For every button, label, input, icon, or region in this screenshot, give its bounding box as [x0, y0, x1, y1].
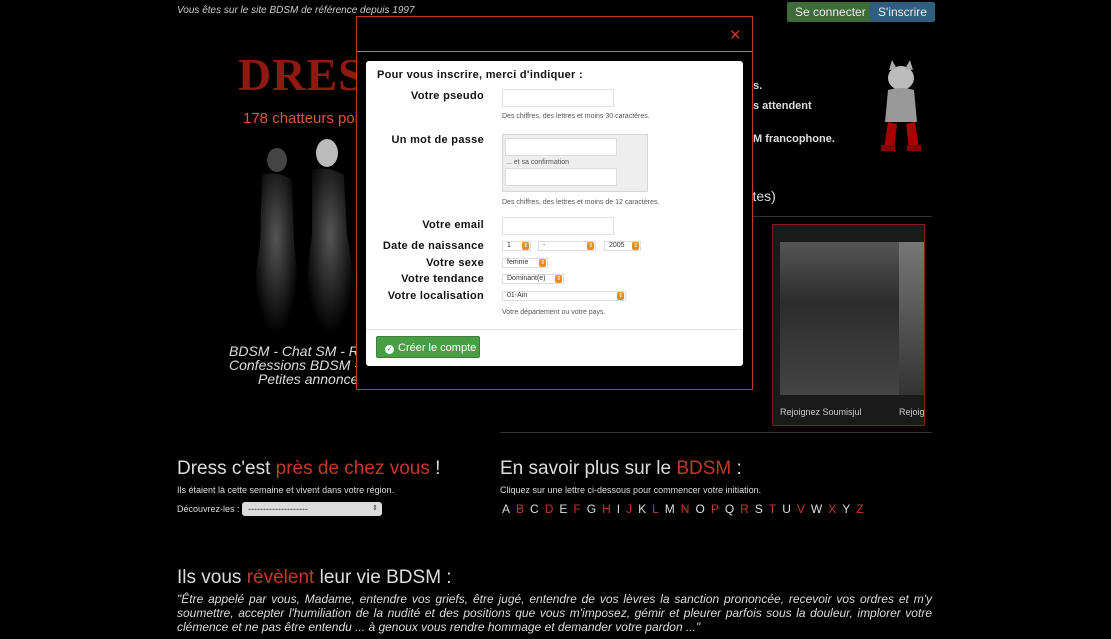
tendency-select[interactable]: Dominant(e) ⇕: [502, 274, 564, 284]
reveal-title: Ils vous révèlent leur vie BDSM :: [177, 567, 452, 588]
letter-m[interactable]: M: [665, 502, 675, 516]
signup-form: Pour vous inscrire, merci d'indiquer : V…: [366, 61, 743, 366]
form-intro: Pour vous inscrire, merci d'indiquer :: [377, 69, 583, 81]
featured-caption[interactable]: Rejoignez Soumisjul: [780, 407, 862, 417]
near-you-subtitle: Ils étaient là cette semaine et vivent d…: [177, 485, 395, 495]
letter-k[interactable]: K: [638, 502, 646, 516]
featured-members: Rejoignez Soumisjul Rejoig: [772, 224, 925, 426]
pseudo-label: Votre pseudo: [410, 90, 484, 102]
letter-d[interactable]: D: [545, 502, 554, 516]
confirm-hint: ... et sa confirmation: [506, 159, 570, 166]
letter-v[interactable]: V: [797, 502, 805, 516]
sex-label: Votre sexe: [426, 257, 484, 269]
featured-caption-2[interactable]: Rejoig: [899, 407, 924, 417]
letter-b[interactable]: B: [516, 502, 524, 516]
chatters-count: 178 chatteurs poin: [243, 110, 367, 127]
select-arrows-icon: ⇕: [372, 505, 378, 512]
letter-x[interactable]: X: [828, 502, 836, 516]
select-arrows-icon: ⇕: [555, 275, 562, 283]
site-tagline: Vous êtes sur le site BDSM de référence …: [177, 5, 415, 16]
birth-year-select[interactable]: 2005 ⇕: [604, 241, 641, 251]
testimony-quote: "Être appelé par vous, Madame, entendre …: [177, 592, 932, 634]
letter-g[interactable]: G: [587, 502, 596, 516]
pseudo-input[interactable]: [502, 89, 614, 107]
letter-z[interactable]: Z: [856, 502, 863, 516]
letter-s[interactable]: S: [755, 502, 763, 516]
letter-f[interactable]: F: [573, 502, 580, 516]
location-label: Votre localisation: [387, 290, 484, 302]
letter-h[interactable]: H: [602, 502, 611, 516]
near-you-title: Dress c'est près de chez vous !: [177, 458, 441, 479]
letter-l[interactable]: L: [652, 502, 659, 516]
login-button[interactable]: Se connecter: [787, 2, 874, 22]
modal-header-divider: [357, 51, 752, 52]
letter-c[interactable]: C: [530, 502, 539, 516]
create-account-button[interactable]: ✓ Créer le compte: [376, 336, 480, 358]
sex-select[interactable]: femme ⇕: [502, 258, 548, 268]
letter-y[interactable]: Y: [842, 502, 850, 516]
email-input[interactable]: [502, 217, 614, 235]
password-group: ... et sa confirmation: [502, 134, 648, 192]
hero-figures-image: [232, 135, 362, 340]
password-label: Un mot de passe: [391, 134, 484, 146]
learn-more-title: En savoir plus sur le BDSM :: [500, 458, 742, 479]
tendency-label: Votre tendance: [401, 273, 484, 285]
learn-more-subtitle: Cliquez sur une lettre ci-dessous pour c…: [500, 485, 762, 495]
select-arrows-icon: ⇕: [539, 259, 546, 267]
letter-j[interactable]: J: [626, 502, 632, 516]
divider: [500, 432, 932, 433]
letter-w[interactable]: W: [811, 502, 822, 516]
letter-t[interactable]: T: [769, 502, 776, 516]
letter-q[interactable]: Q: [725, 502, 734, 516]
letter-i[interactable]: I: [617, 502, 620, 516]
close-icon[interactable]: ✕: [729, 26, 742, 44]
location-hint: Votre département ou votre pays.: [502, 309, 606, 316]
pseudo-hint: Des chiffres, des lettres et moins 30 ca…: [502, 113, 650, 120]
password-input[interactable]: [505, 138, 617, 156]
check-circle-icon: ✓: [385, 345, 394, 354]
site-slogan: BDSM - Chat SM - Re Confessions BDSM - P…: [229, 343, 367, 387]
letter-e[interactable]: E: [559, 502, 567, 516]
featured-photo-2[interactable]: [899, 242, 924, 395]
letter-o[interactable]: O: [695, 502, 704, 516]
form-divider: [366, 329, 743, 330]
location-select[interactable]: 01-Ain ⇕: [502, 291, 626, 301]
email-label: Votre email: [422, 219, 484, 231]
select-arrows-icon: ⇕: [587, 242, 594, 250]
cat-mascot-image: [881, 60, 921, 151]
password-hint: Des chiffres, des lettres et moins de 12…: [502, 199, 660, 206]
birthdate-label: Date de naissance: [382, 240, 484, 252]
featured-photo[interactable]: [780, 242, 899, 395]
signup-modal: ✕ Pour vous inscrire, merci d'indiquer :…: [356, 16, 753, 390]
letter-a[interactable]: A: [502, 502, 510, 516]
select-arrows-icon: ⇕: [617, 292, 624, 300]
birth-day-select[interactable]: 1 ⇕: [502, 241, 531, 251]
signup-button[interactable]: S'inscrire: [870, 2, 935, 22]
letter-u[interactable]: U: [782, 502, 791, 516]
letter-p[interactable]: P: [711, 502, 719, 516]
birth-month-select[interactable]: - ⇕: [538, 241, 596, 251]
letter-r[interactable]: R: [740, 502, 749, 516]
hero-text-fragment-2: s attendent: [753, 100, 812, 112]
select-arrows-icon: ⇕: [632, 242, 639, 250]
password-confirm-input[interactable]: [505, 168, 617, 186]
hero-text-fragment-3: M francophone.: [753, 133, 835, 145]
region-select[interactable]: -------------------- ⇕: [242, 502, 382, 516]
alphabet-index: ABCDEFGHIJKLMNOPQRSTUVWXYZ: [502, 502, 870, 516]
hero-text-fragment-1: s.: [753, 80, 763, 92]
letter-n[interactable]: N: [681, 502, 690, 516]
select-arrows-icon: ⇕: [522, 242, 529, 250]
discover-label: Découvrez-les :: [177, 504, 240, 514]
